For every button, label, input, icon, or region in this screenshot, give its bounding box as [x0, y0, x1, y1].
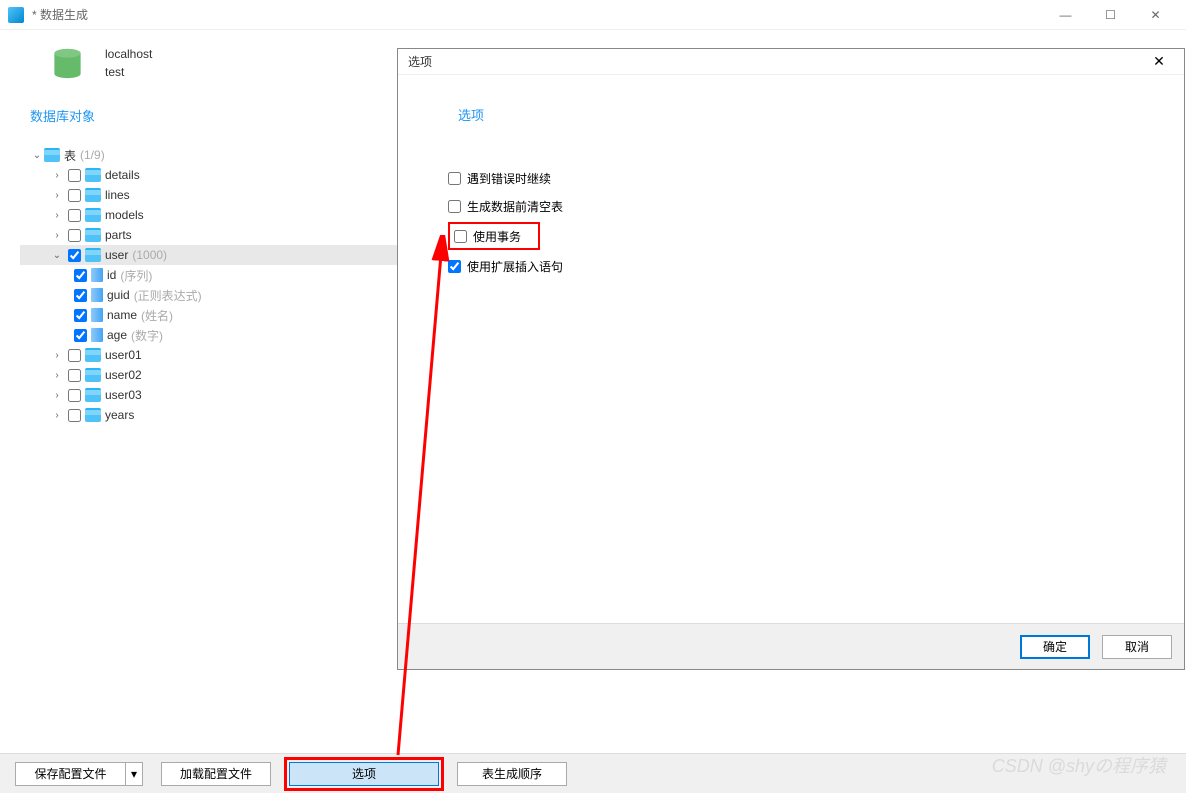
- option-checkbox[interactable]: [448, 200, 461, 213]
- save-profile-button[interactable]: 保存配置文件: [15, 762, 125, 786]
- save-profile-split: 保存配置文件 ▾: [15, 762, 143, 786]
- option-checkbox[interactable]: [448, 260, 461, 273]
- table-icon: [85, 228, 101, 242]
- column-label: guid: [107, 288, 130, 302]
- root-label: 表: [64, 147, 76, 164]
- options-button[interactable]: 选项: [289, 762, 439, 786]
- column-label: age: [107, 328, 127, 342]
- table-label: user02: [105, 368, 142, 382]
- table-checkbox[interactable]: [68, 249, 81, 262]
- expand-icon[interactable]: ›: [50, 370, 64, 381]
- dialog-body: 选项 遇到错误时继续 生成数据前清空表 使用事务 使用扩展插入语句: [398, 75, 1184, 623]
- expand-icon[interactable]: ›: [50, 390, 64, 401]
- table-hint: (1000): [132, 248, 167, 262]
- option-use-transaction[interactable]: 使用事务: [448, 222, 540, 250]
- column-icon: [91, 328, 103, 342]
- column-hint: (正则表达式): [134, 287, 202, 304]
- column-hint: (序列): [120, 267, 152, 284]
- column-checkbox[interactable]: [74, 289, 87, 302]
- close-button[interactable]: ✕: [1133, 0, 1178, 30]
- option-extended-insert[interactable]: 使用扩展插入语句: [448, 252, 1134, 280]
- expand-icon[interactable]: ›: [50, 170, 64, 181]
- column-icon: [91, 288, 103, 302]
- expand-icon[interactable]: ›: [50, 230, 64, 241]
- table-checkbox[interactable]: [68, 389, 81, 402]
- table-label: years: [105, 408, 134, 422]
- table-icon: [85, 388, 101, 402]
- expand-icon[interactable]: ›: [50, 190, 64, 201]
- table-label: user03: [105, 388, 142, 402]
- table-label: models: [105, 208, 144, 222]
- column-label: id: [107, 268, 116, 282]
- option-continue-on-error[interactable]: 遇到错误时继续: [448, 164, 1134, 192]
- cancel-button[interactable]: 取消: [1102, 635, 1172, 659]
- option-clear-before-gen[interactable]: 生成数据前清空表: [448, 192, 1134, 220]
- option-checkbox[interactable]: [454, 230, 467, 243]
- ok-button[interactable]: 确定: [1020, 635, 1090, 659]
- table-label: user01: [105, 348, 142, 362]
- table-icon: [85, 368, 101, 382]
- title-bar: * 数据生成 — ☐ ✕: [0, 0, 1186, 30]
- table-checkbox[interactable]: [68, 229, 81, 242]
- column-icon: [91, 308, 103, 322]
- table-label: parts: [105, 228, 132, 242]
- column-checkbox[interactable]: [74, 329, 87, 342]
- expand-icon[interactable]: ›: [50, 410, 64, 421]
- option-label: 遇到错误时继续: [467, 170, 551, 187]
- database-icon: [50, 46, 85, 81]
- maximize-button[interactable]: ☐: [1088, 0, 1133, 30]
- save-profile-dropdown[interactable]: ▾: [125, 762, 143, 786]
- tables-icon: [44, 148, 60, 162]
- root-count: (1/9): [80, 148, 105, 162]
- table-icon: [85, 348, 101, 362]
- column-hint: (数字): [131, 327, 163, 344]
- table-checkbox[interactable]: [68, 209, 81, 222]
- options-dialog: 选项 ✕ 选项 遇到错误时继续 生成数据前清空表 使用事务 使用扩展插入语句 确…: [397, 48, 1185, 670]
- table-checkbox[interactable]: [68, 409, 81, 422]
- table-checkbox[interactable]: [68, 369, 81, 382]
- dialog-close-button[interactable]: ✕: [1144, 53, 1174, 70]
- table-icon: [85, 208, 101, 222]
- column-icon: [91, 268, 103, 282]
- minimize-button[interactable]: —: [1043, 0, 1088, 30]
- column-checkbox[interactable]: [74, 309, 87, 322]
- host-label: localhost: [105, 45, 152, 63]
- option-label: 使用扩展插入语句: [467, 258, 563, 275]
- expand-icon[interactable]: ›: [50, 210, 64, 221]
- option-label: 生成数据前清空表: [467, 198, 563, 215]
- table-icon: [85, 248, 101, 262]
- connection-text: localhost test: [105, 45, 152, 81]
- option-checkbox[interactable]: [448, 172, 461, 185]
- table-checkbox[interactable]: [68, 169, 81, 182]
- gen-order-button[interactable]: 表生成顺序: [457, 762, 567, 786]
- table-icon: [85, 408, 101, 422]
- dialog-titlebar: 选项 ✕: [398, 49, 1184, 75]
- load-profile-button[interactable]: 加载配置文件: [161, 762, 271, 786]
- table-label: details: [105, 168, 140, 182]
- table-icon: [85, 168, 101, 182]
- options-list: 遇到错误时继续 生成数据前清空表 使用事务 使用扩展插入语句: [448, 144, 1134, 280]
- table-label: user: [105, 248, 128, 262]
- app-icon: [8, 7, 24, 23]
- window-controls: — ☐ ✕: [1043, 0, 1178, 30]
- table-icon: [85, 188, 101, 202]
- dialog-footer: 确定 取消: [398, 623, 1184, 669]
- database-label: test: [105, 63, 152, 81]
- option-label: 使用事务: [473, 228, 521, 245]
- window-title: * 数据生成: [32, 6, 1043, 23]
- expand-icon[interactable]: ›: [50, 350, 64, 361]
- table-checkbox[interactable]: [68, 189, 81, 202]
- dialog-tab[interactable]: 选项: [448, 85, 1134, 144]
- column-hint: (姓名): [141, 307, 173, 324]
- expand-icon[interactable]: ⌄: [50, 250, 64, 261]
- dialog-title: 选项: [408, 53, 1144, 70]
- table-checkbox[interactable]: [68, 349, 81, 362]
- column-label: name: [107, 308, 137, 322]
- table-label: lines: [105, 188, 130, 202]
- column-checkbox[interactable]: [74, 269, 87, 282]
- bottom-toolbar: 保存配置文件 ▾ 加载配置文件 选项 表生成顺序: [0, 753, 1186, 793]
- expand-icon[interactable]: ⌄: [30, 150, 44, 161]
